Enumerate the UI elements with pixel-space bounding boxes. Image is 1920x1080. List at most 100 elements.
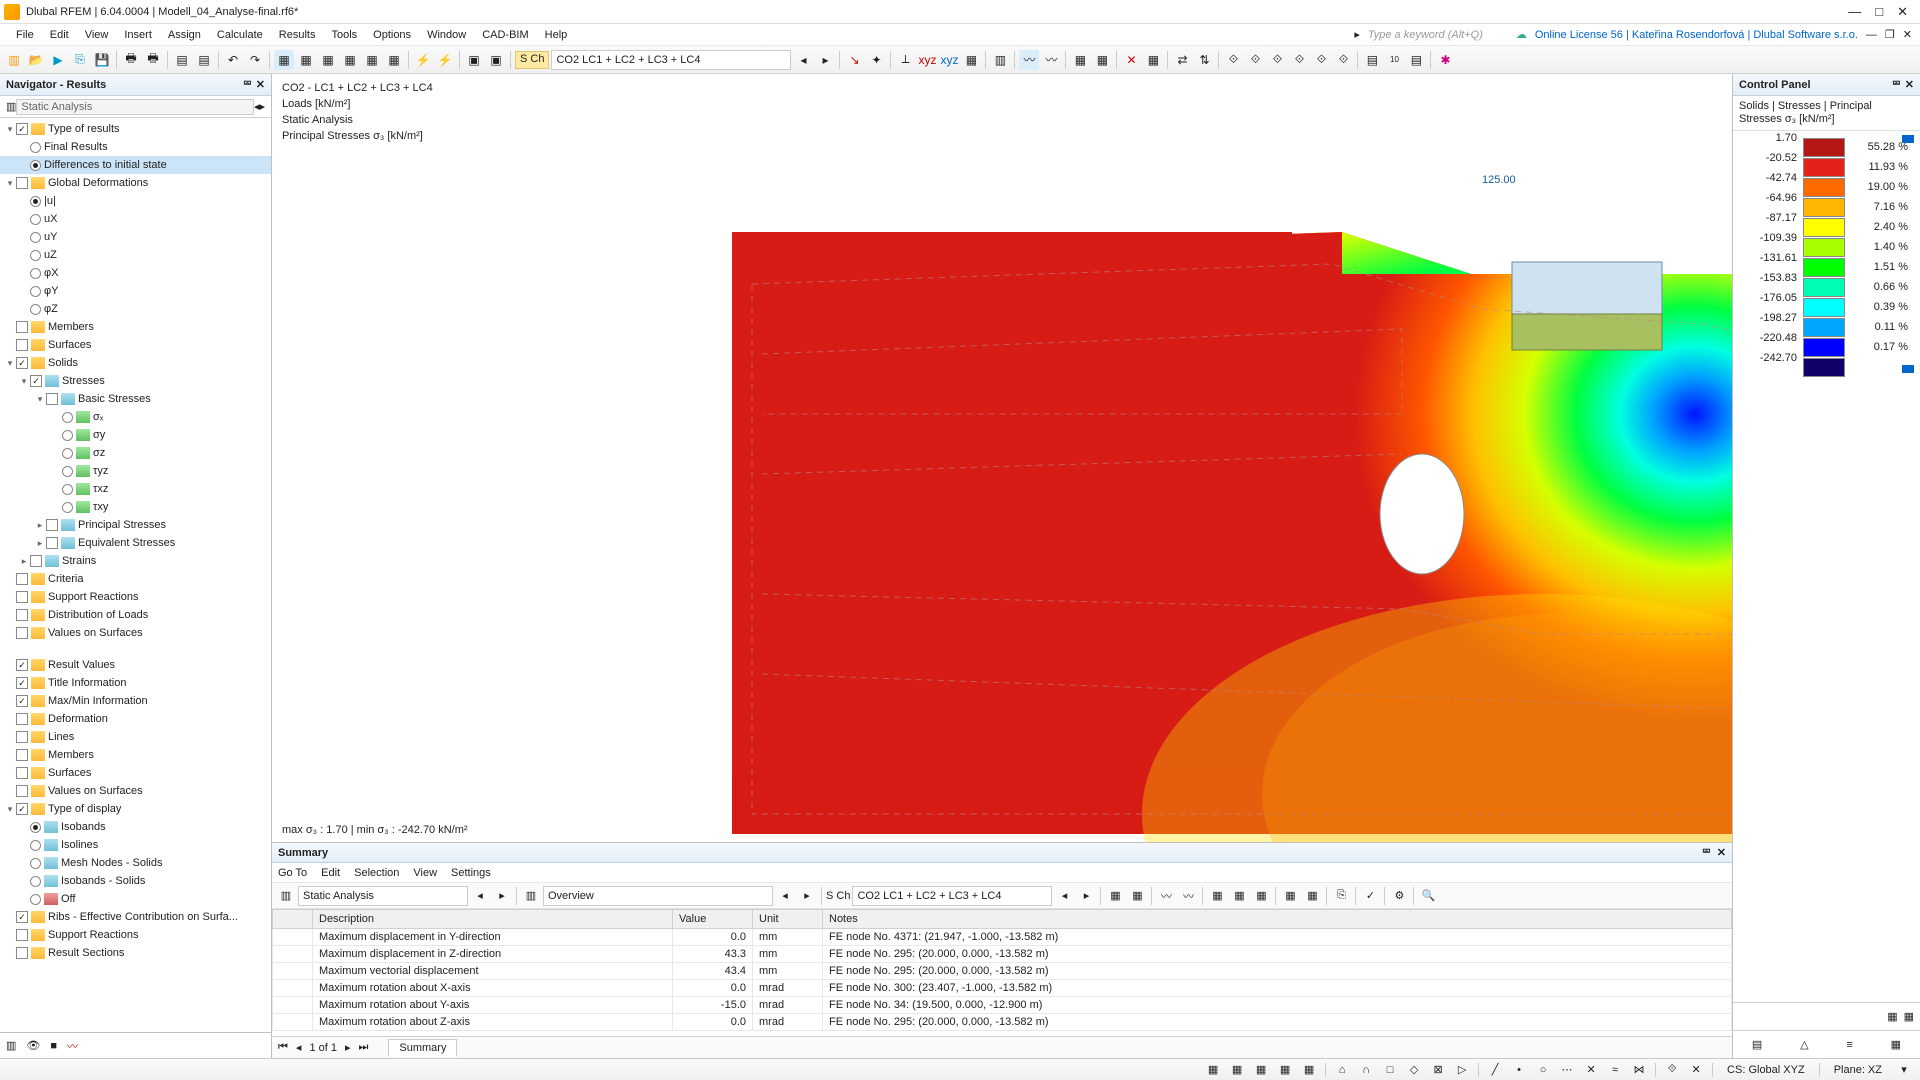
tb-s[interactable]: ▤ bbox=[1362, 50, 1382, 70]
tb-n[interactable]: ⟐ bbox=[1245, 50, 1265, 70]
tree-item[interactable]: τxz bbox=[0, 480, 271, 498]
tb-b[interactable]: ✦ bbox=[866, 50, 886, 70]
tree-item[interactable]: Lines bbox=[0, 728, 271, 746]
sum-menu-selection[interactable]: Selection bbox=[354, 867, 399, 879]
tree-item[interactable]: uY bbox=[0, 228, 271, 246]
res1-button[interactable]: ▣ bbox=[464, 50, 484, 70]
tree-item[interactable]: τxy bbox=[0, 498, 271, 516]
sum-tb-k[interactable]: ✓ bbox=[1360, 886, 1380, 906]
view2-button[interactable]: ▦ bbox=[296, 50, 316, 70]
table-row[interactable]: Maximum displacement in Y-direction0.0mm… bbox=[273, 929, 1732, 946]
sb-17[interactable]: ≈ bbox=[1605, 1061, 1625, 1079]
menu-help[interactable]: Help bbox=[537, 27, 576, 43]
nav-btn2[interactable]: 👁 bbox=[26, 1039, 40, 1052]
table-row[interactable]: Maximum rotation about Z-axis0.0mradFE n… bbox=[273, 1014, 1732, 1031]
nav-pin-button[interactable]: ⮹ bbox=[243, 78, 252, 91]
tree-item[interactable]: Support Reactions bbox=[0, 588, 271, 606]
pg-first[interactable]: ⏮ bbox=[278, 1041, 288, 1054]
tree-item[interactable]: τyz bbox=[0, 462, 271, 480]
sum-next2[interactable]: ▸ bbox=[797, 886, 817, 906]
pg-prev[interactable]: ◂ bbox=[296, 1041, 302, 1054]
sb-2[interactable]: ▦ bbox=[1227, 1061, 1247, 1079]
menu-view[interactable]: View bbox=[77, 27, 117, 43]
nav-btn4[interactable]: 〰 bbox=[67, 1038, 78, 1054]
nav-analysis-combo[interactable]: Static Analysis bbox=[16, 99, 254, 115]
nav-sel-next[interactable]: ▸ bbox=[259, 100, 265, 113]
tree-item[interactable]: σy bbox=[0, 426, 271, 444]
tree-item[interactable]: ▾Type of display bbox=[0, 800, 271, 818]
doc-restore-button[interactable]: ❐ bbox=[1885, 28, 1895, 41]
lc-prev-button[interactable]: ◂ bbox=[793, 50, 813, 70]
tree-item[interactable]: σz bbox=[0, 444, 271, 462]
sb-5[interactable]: ▦ bbox=[1299, 1061, 1319, 1079]
pg-last[interactable]: ⏭ bbox=[359, 1041, 369, 1054]
sum-menu-goto[interactable]: Go To bbox=[278, 867, 307, 879]
tree-item[interactable]: φX bbox=[0, 264, 271, 282]
nav-btn3[interactable]: ■ bbox=[50, 1040, 57, 1052]
table-row[interactable]: Maximum vectorial displacement43.4mmFE n… bbox=[273, 963, 1732, 980]
sb-9[interactable]: ◇ bbox=[1404, 1061, 1424, 1079]
sum-next3[interactable]: ▸ bbox=[1076, 886, 1096, 906]
cp-tab3[interactable]: ≡ bbox=[1846, 1039, 1852, 1051]
tb-v[interactable]: ✱ bbox=[1435, 50, 1455, 70]
summary-pin-button[interactable]: ⮹ bbox=[1702, 846, 1711, 859]
tb-m[interactable]: ⟐ bbox=[1223, 50, 1243, 70]
sum-menu-view[interactable]: View bbox=[413, 867, 437, 879]
doc-minimize-button[interactable]: — bbox=[1866, 29, 1877, 41]
cp-tab1[interactable]: ▤ bbox=[1752, 1038, 1762, 1051]
open-button[interactable]: 📂 bbox=[26, 50, 46, 70]
tree-item[interactable]: Max/Min Information bbox=[0, 692, 271, 710]
menu-options[interactable]: Options bbox=[365, 27, 419, 43]
tree-item[interactable]: Values on Surfaces bbox=[0, 624, 271, 642]
doc2-button[interactable]: ▤ bbox=[194, 50, 214, 70]
menu-results[interactable]: Results bbox=[271, 27, 324, 43]
view6-button[interactable]: ▦ bbox=[384, 50, 404, 70]
view4-button[interactable]: ▦ bbox=[340, 50, 360, 70]
lc-next-button[interactable]: ▸ bbox=[815, 50, 835, 70]
tree-item[interactable]: Off bbox=[0, 890, 271, 908]
keyword-input[interactable]: Type a keyword (Alt+Q) bbox=[1368, 29, 1508, 41]
tree-item[interactable]: ▸Principal Stresses bbox=[0, 516, 271, 534]
sum-tb-c[interactable]: 〰 bbox=[1156, 886, 1176, 906]
sum-tb-g[interactable]: ▦ bbox=[1251, 886, 1271, 906]
tb-k[interactable]: ⇄ bbox=[1172, 50, 1192, 70]
sb-20[interactable]: ✕ bbox=[1686, 1061, 1706, 1079]
calc1-button[interactable]: ⚡ bbox=[413, 50, 433, 70]
nav-close-button[interactable]: ✕ bbox=[256, 78, 265, 91]
undo-button[interactable]: ↶ bbox=[223, 50, 243, 70]
pg-next[interactable]: ▸ bbox=[345, 1041, 351, 1054]
tree-item[interactable]: Result Sections bbox=[0, 944, 271, 962]
sb-1[interactable]: ▦ bbox=[1203, 1061, 1223, 1079]
sb-4[interactable]: ▦ bbox=[1275, 1061, 1295, 1079]
sb-12[interactable]: ╱ bbox=[1485, 1061, 1505, 1079]
new-button[interactable]: ▥ bbox=[4, 50, 24, 70]
sum-tb-e[interactable]: ▦ bbox=[1207, 886, 1227, 906]
tb-o[interactable]: ⟐ bbox=[1267, 50, 1287, 70]
summary-tab[interactable]: Summary bbox=[388, 1039, 457, 1057]
viewport-3d[interactable]: CO2 - LC1 + LC2 + LC3 + LC4 Loads [kN/m²… bbox=[272, 74, 1732, 842]
view1-button[interactable]: ▦ bbox=[274, 50, 294, 70]
sb-plane-dd[interactable]: ▾ bbox=[1894, 1061, 1914, 1079]
loadcase-combo[interactable]: CO2 LC1 + LC2 + LC3 + LC4 bbox=[551, 50, 791, 70]
sum-tb-l[interactable]: ⚙ bbox=[1389, 886, 1409, 906]
close-button[interactable]: ✕ bbox=[1897, 4, 1908, 20]
tree-item[interactable]: ▸Strains bbox=[0, 552, 271, 570]
redo-button[interactable]: ↷ bbox=[245, 50, 265, 70]
tree-item[interactable]: Surfaces bbox=[0, 336, 271, 354]
tb-t[interactable]: 10 bbox=[1384, 50, 1404, 70]
sum-prev1[interactable]: ◂ bbox=[470, 886, 490, 906]
tree-item[interactable]: ▾Global Deformations bbox=[0, 174, 271, 192]
menu-cadbim[interactable]: CAD-BIM bbox=[474, 27, 536, 43]
sb-3[interactable]: ▦ bbox=[1251, 1061, 1271, 1079]
sum-tb-a[interactable]: ▦ bbox=[1105, 886, 1125, 906]
tree-item[interactable]: Surfaces bbox=[0, 764, 271, 782]
tb-q[interactable]: ⟐ bbox=[1311, 50, 1331, 70]
tb-u[interactable]: ▤ bbox=[1406, 50, 1426, 70]
tb-j[interactable]: ▦ bbox=[1143, 50, 1163, 70]
menu-tools[interactable]: Tools bbox=[323, 27, 365, 43]
tree-item[interactable]: Distribution of Loads bbox=[0, 606, 271, 624]
tb-i[interactable]: ▦ bbox=[1092, 50, 1112, 70]
sb-6[interactable]: ⌂ bbox=[1332, 1061, 1352, 1079]
table-row[interactable]: Maximum displacement in Z-direction43.3m… bbox=[273, 946, 1732, 963]
tree-item[interactable]: φZ bbox=[0, 300, 271, 318]
